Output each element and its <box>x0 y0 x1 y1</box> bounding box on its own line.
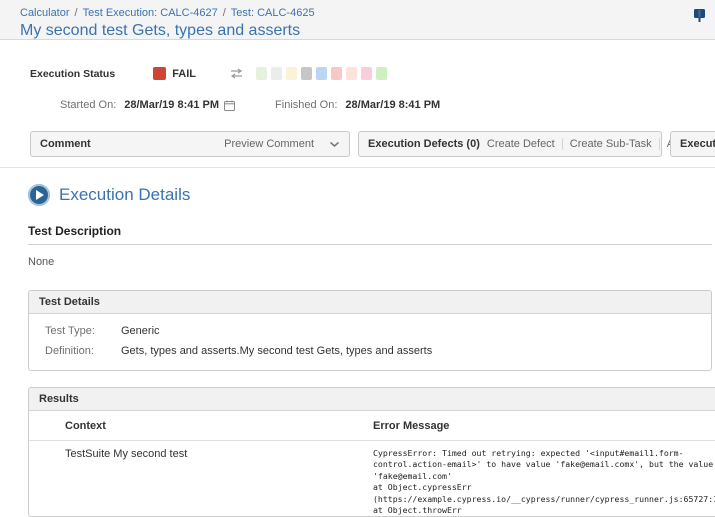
fail-status-swatch <box>153 67 166 80</box>
comment-panel-title: Comment <box>40 138 91 150</box>
page-title: My second test Gets, types and asserts <box>20 22 695 40</box>
create-defect-button[interactable]: Create Defect <box>480 138 562 150</box>
status-option-swatch[interactable] <box>271 67 282 80</box>
status-option-swatch[interactable] <box>331 67 342 80</box>
status-option-swatch[interactable] <box>361 67 372 80</box>
results-panel: Results Context Error Message TestSuite … <box>28 387 715 517</box>
test-description-block: Test Description None <box>28 224 712 268</box>
test-type-value: Generic <box>121 325 160 337</box>
results-table-header: Context Error Message <box>29 411 715 441</box>
pin-icon[interactable] <box>693 8 706 26</box>
error-message-column-header: Error Message <box>373 420 715 432</box>
started-on-value: 28/Mar/19 8:41 PM <box>124 99 219 111</box>
finished-on-label: Finished On: <box>275 99 337 111</box>
execution-evidence-title: Execution Evidence <box>680 138 715 150</box>
test-description-title: Test Description <box>28 224 712 245</box>
execution-status-row: Execution Status FAIL <box>30 67 715 80</box>
status-transition-icon[interactable] <box>229 68 244 79</box>
test-description-value: None <box>28 256 712 268</box>
collapsed-panels-row: Comment Preview Comment Execution Defect… <box>0 131 715 157</box>
test-type-row: Test Type: Generic <box>29 321 711 341</box>
status-option-swatch[interactable] <box>316 67 327 80</box>
results-table: Context Error Message TestSuite My secon… <box>29 411 715 516</box>
status-option-swatch[interactable] <box>301 67 312 80</box>
error-message-cell: CypressError: Timed out retrying: expect… <box>373 448 715 516</box>
results-table-row: TestSuite My second test CypressError: T… <box>29 441 715 516</box>
comment-panel-header[interactable]: Comment Preview Comment <box>30 131 350 157</box>
execution-defects-panel-header[interactable]: Execution Defects (0) Create Defect Crea… <box>358 131 662 157</box>
breadcrumb-link-project[interactable]: Calculator <box>20 7 70 19</box>
breadcrumb-link-test[interactable]: Test: CALC-4625 <box>231 7 315 19</box>
test-details-panel: Test Details Test Type: Generic Definiti… <box>28 290 712 371</box>
execution-defects-title: Execution Defects (0) <box>368 138 480 150</box>
breadcrumb-separator: / <box>75 7 78 19</box>
test-details-panel-body: Test Type: Generic Definition: Gets, typ… <box>29 314 711 370</box>
execution-details-title: Execution Details <box>59 185 190 205</box>
definition-row: Definition: Gets, types and asserts.My s… <box>29 341 711 361</box>
dates-row: Started On: 28/Mar/19 8:41 PM Finished O… <box>60 99 715 111</box>
finished-on-group: Finished On: 28/Mar/19 8:41 PM <box>275 99 440 111</box>
context-cell: TestSuite My second test <box>29 448 373 516</box>
context-column-header: Context <box>29 420 373 432</box>
calendar-icon[interactable] <box>224 100 235 111</box>
preview-comment-button[interactable]: Preview Comment <box>217 138 321 150</box>
page: { "header": { "breadcrumb": ["Calculator… <box>0 0 715 480</box>
chevron-down-icon[interactable] <box>329 141 340 148</box>
test-details-panel-header: Test Details <box>29 291 711 314</box>
play-icon <box>28 184 50 206</box>
execution-evidence-panel-header[interactable]: Execution Evidence <box>670 131 715 157</box>
create-sub-task-button[interactable]: Create Sub-Task <box>562 138 659 150</box>
finished-on-value: 28/Mar/19 8:41 PM <box>345 99 440 111</box>
status-option-swatch[interactable] <box>256 67 267 80</box>
definition-value: Gets, types and asserts.My second test G… <box>121 345 432 357</box>
breadcrumb-separator: / <box>223 7 226 19</box>
status-value: FAIL <box>172 68 196 80</box>
test-type-label: Test Type: <box>45 325 121 337</box>
breadcrumb: Calculator / Test Execution: CALC-4627 / Tes… <box>20 7 695 19</box>
started-on-label: Started On: <box>60 99 116 111</box>
status-option-swatch[interactable] <box>376 67 387 80</box>
status-palette <box>252 67 387 80</box>
page-header: Calculator / Test Execution: CALC-4627 / Tes… <box>0 0 715 40</box>
breadcrumb-link-test-execution[interactable]: Test Execution: CALC-4627 <box>83 7 218 19</box>
results-panel-header: Results <box>29 388 715 411</box>
definition-label: Definition: <box>45 345 121 357</box>
status-option-swatch[interactable] <box>346 67 357 80</box>
execution-details-section: Execution Details Test Description None … <box>0 167 715 517</box>
current-status-badge[interactable]: FAIL <box>153 67 196 80</box>
status-option-swatch[interactable] <box>286 67 297 80</box>
execution-status-label: Execution Status <box>30 68 115 80</box>
execution-details-heading: Execution Details <box>28 184 715 206</box>
